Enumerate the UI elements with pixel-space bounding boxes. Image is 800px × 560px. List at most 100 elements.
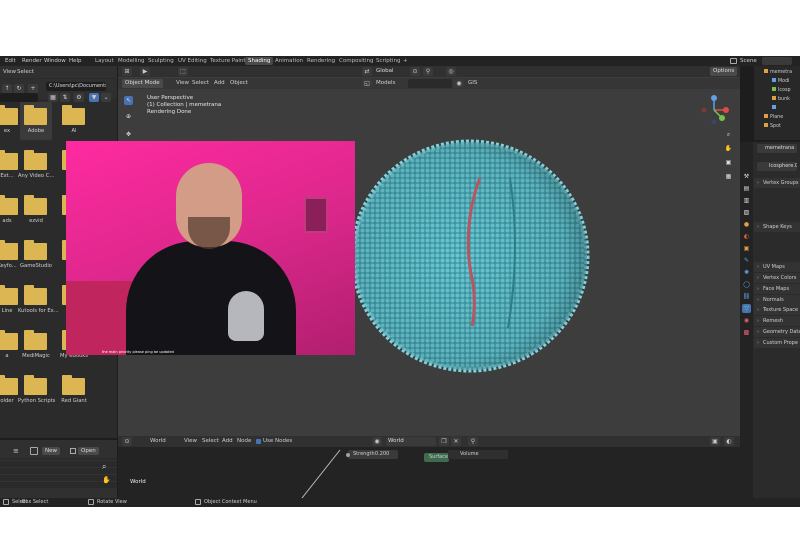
- options-button[interactable]: Options: [710, 67, 738, 76]
- fb-menu-select[interactable]: Select: [17, 69, 34, 75]
- vp-menu-object[interactable]: Object: [230, 80, 248, 86]
- strength-socket[interactable]: [346, 453, 350, 457]
- outliner-item[interactable]: [772, 104, 778, 113]
- outliner-item[interactable]: Modi: [772, 77, 789, 86]
- zoom-view-icon[interactable]: ⌕: [724, 130, 733, 139]
- open-image-button[interactable]: Open: [78, 447, 99, 455]
- property-section-header[interactable]: Shape Keys: [754, 222, 800, 232]
- outliner-item[interactable]: Icosp: [772, 86, 791, 95]
- tab-scripting[interactable]: Scripting: [373, 57, 403, 65]
- gis-menu[interactable]: GIS: [468, 80, 477, 86]
- tab-rendering[interactable]: Rendering: [304, 57, 338, 65]
- outliner-item[interactable]: memetra: [764, 68, 792, 77]
- cursor-tool-icon[interactable]: ⊕: [124, 112, 133, 121]
- ne-menu-add[interactable]: Add: [222, 438, 233, 444]
- property-section-header[interactable]: Vertex Groups: [754, 178, 800, 188]
- menu-window[interactable]: Window: [44, 58, 66, 64]
- background-node[interactable]: Strength 0.200: [346, 450, 398, 459]
- ne-menu-node[interactable]: Node: [237, 438, 251, 444]
- proportional-icon[interactable]: ◎: [446, 67, 456, 76]
- folder-icon[interactable]: [62, 375, 85, 395]
- hand-icon[interactable]: ✋: [102, 476, 112, 486]
- pan-view-icon[interactable]: ✋: [724, 144, 733, 153]
- transform-icon[interactable]: ⇄: [362, 67, 372, 76]
- snap-icon[interactable]: ⚲: [423, 67, 433, 76]
- ne-menu-view[interactable]: View: [184, 438, 197, 444]
- folder-icon[interactable]: [24, 330, 47, 350]
- folder-icon[interactable]: [24, 195, 47, 215]
- world-name-field[interactable]: World: [386, 437, 436, 446]
- property-section-header[interactable]: Geometry Data: [754, 327, 800, 337]
- tab-animation[interactable]: Animation: [272, 57, 306, 65]
- property-section-header[interactable]: UV Maps: [754, 262, 800, 272]
- gis-icon[interactable]: ◉: [454, 79, 464, 88]
- filename-field[interactable]: [0, 93, 38, 102]
- folder-icon[interactable]: [24, 375, 47, 395]
- outliner-item[interactable]: Spot: [764, 122, 781, 131]
- select-box-icon[interactable]: ⬚: [178, 67, 188, 76]
- menu-render[interactable]: Render: [22, 58, 42, 64]
- scene-field[interactable]: [762, 57, 792, 65]
- pivot-icon[interactable]: ⊙: [410, 67, 420, 76]
- tab-sculpting[interactable]: Sculpting: [145, 57, 177, 65]
- path-field[interactable]: C:\Users\pc\Documents\: [46, 82, 106, 91]
- tab-uv-editing[interactable]: UV Editing: [175, 57, 210, 65]
- folder-icon[interactable]: [0, 195, 18, 215]
- world-output-node[interactable]: Surface: [424, 453, 449, 462]
- pin-icon[interactable]: ⚲: [468, 437, 478, 446]
- property-section-header[interactable]: Face Maps: [754, 284, 800, 294]
- tab-texture-paint[interactable]: Texture Paint: [207, 57, 249, 65]
- new-image-button[interactable]: New: [42, 447, 60, 455]
- folder-icon[interactable]: [24, 240, 47, 260]
- vp-menu-select[interactable]: Select: [192, 80, 209, 86]
- folder-icon[interactable]: [24, 285, 47, 305]
- strength-value[interactable]: 0.200: [375, 451, 389, 457]
- node-editor-type-icon[interactable]: ⊙: [122, 437, 132, 446]
- overlay-icon[interactable]: ◐: [724, 437, 734, 446]
- image-browse-icon[interactable]: [30, 447, 38, 455]
- settings-icon[interactable]: ⚙: [74, 93, 84, 102]
- select-tool-icon[interactable]: ↖: [124, 96, 133, 105]
- filter-icon[interactable]: ▼: [89, 93, 99, 102]
- icosphere-object[interactable]: [350, 138, 596, 374]
- menu-lines-icon[interactable]: ≡: [13, 447, 21, 455]
- render-icon[interactable]: ▶: [140, 67, 150, 76]
- camera-view-icon[interactable]: ▣: [724, 158, 733, 167]
- folder-icon[interactable]: [0, 105, 18, 125]
- backdrop-icon[interactable]: ▣: [710, 437, 720, 446]
- ne-menu-select[interactable]: Select: [202, 438, 219, 444]
- zoom-icon[interactable]: ⌕: [102, 462, 112, 472]
- filter-options-icon[interactable]: ⌄: [101, 93, 111, 102]
- folder-icon[interactable]: [62, 105, 85, 125]
- tab-layout[interactable]: Layout: [92, 57, 117, 65]
- view-layer-icon[interactable]: ◱: [362, 79, 372, 88]
- property-section-header[interactable]: Remesh: [754, 316, 800, 326]
- outliner-item[interactable]: Plane: [764, 113, 783, 122]
- shader-type-dropdown[interactable]: World: [150, 438, 166, 444]
- models-search-field[interactable]: [408, 79, 452, 88]
- scene-selector[interactable]: Scene: [740, 58, 757, 64]
- folder-icon[interactable]: [0, 240, 18, 260]
- folder-icon[interactable]: [0, 150, 18, 170]
- tab-modelling[interactable]: Modelling: [115, 57, 148, 65]
- models-dropdown[interactable]: Models: [376, 80, 395, 86]
- property-section-header[interactable]: Normals: [754, 295, 800, 305]
- vp-menu-view[interactable]: View: [176, 80, 189, 86]
- use-nodes-checkbox[interactable]: [256, 439, 261, 444]
- tab-shading[interactable]: Shading: [245, 57, 274, 65]
- tab-compositing[interactable]: Compositing: [336, 57, 376, 65]
- navigation-gizmo[interactable]: [696, 94, 736, 126]
- vp-menu-add[interactable]: Add: [214, 80, 225, 86]
- orientation-dropdown[interactable]: Global: [376, 67, 394, 76]
- editor-type-icon[interactable]: ⊞: [122, 67, 132, 76]
- object-mode-dropdown[interactable]: Object Mode: [122, 79, 163, 88]
- folder-icon[interactable]: [24, 150, 47, 170]
- menu-edit[interactable]: Edit: [5, 58, 16, 64]
- folder-icon[interactable]: [0, 285, 18, 305]
- property-section-header[interactable]: Vertex Colors: [754, 273, 800, 283]
- display-mode-icon[interactable]: ▦: [48, 93, 58, 102]
- world-data-icon[interactable]: ◉: [372, 437, 382, 446]
- folder-icon[interactable]: [0, 375, 18, 395]
- move-tool-icon[interactable]: ✥: [124, 130, 133, 139]
- ortho-toggle-icon[interactable]: ▦: [724, 172, 733, 181]
